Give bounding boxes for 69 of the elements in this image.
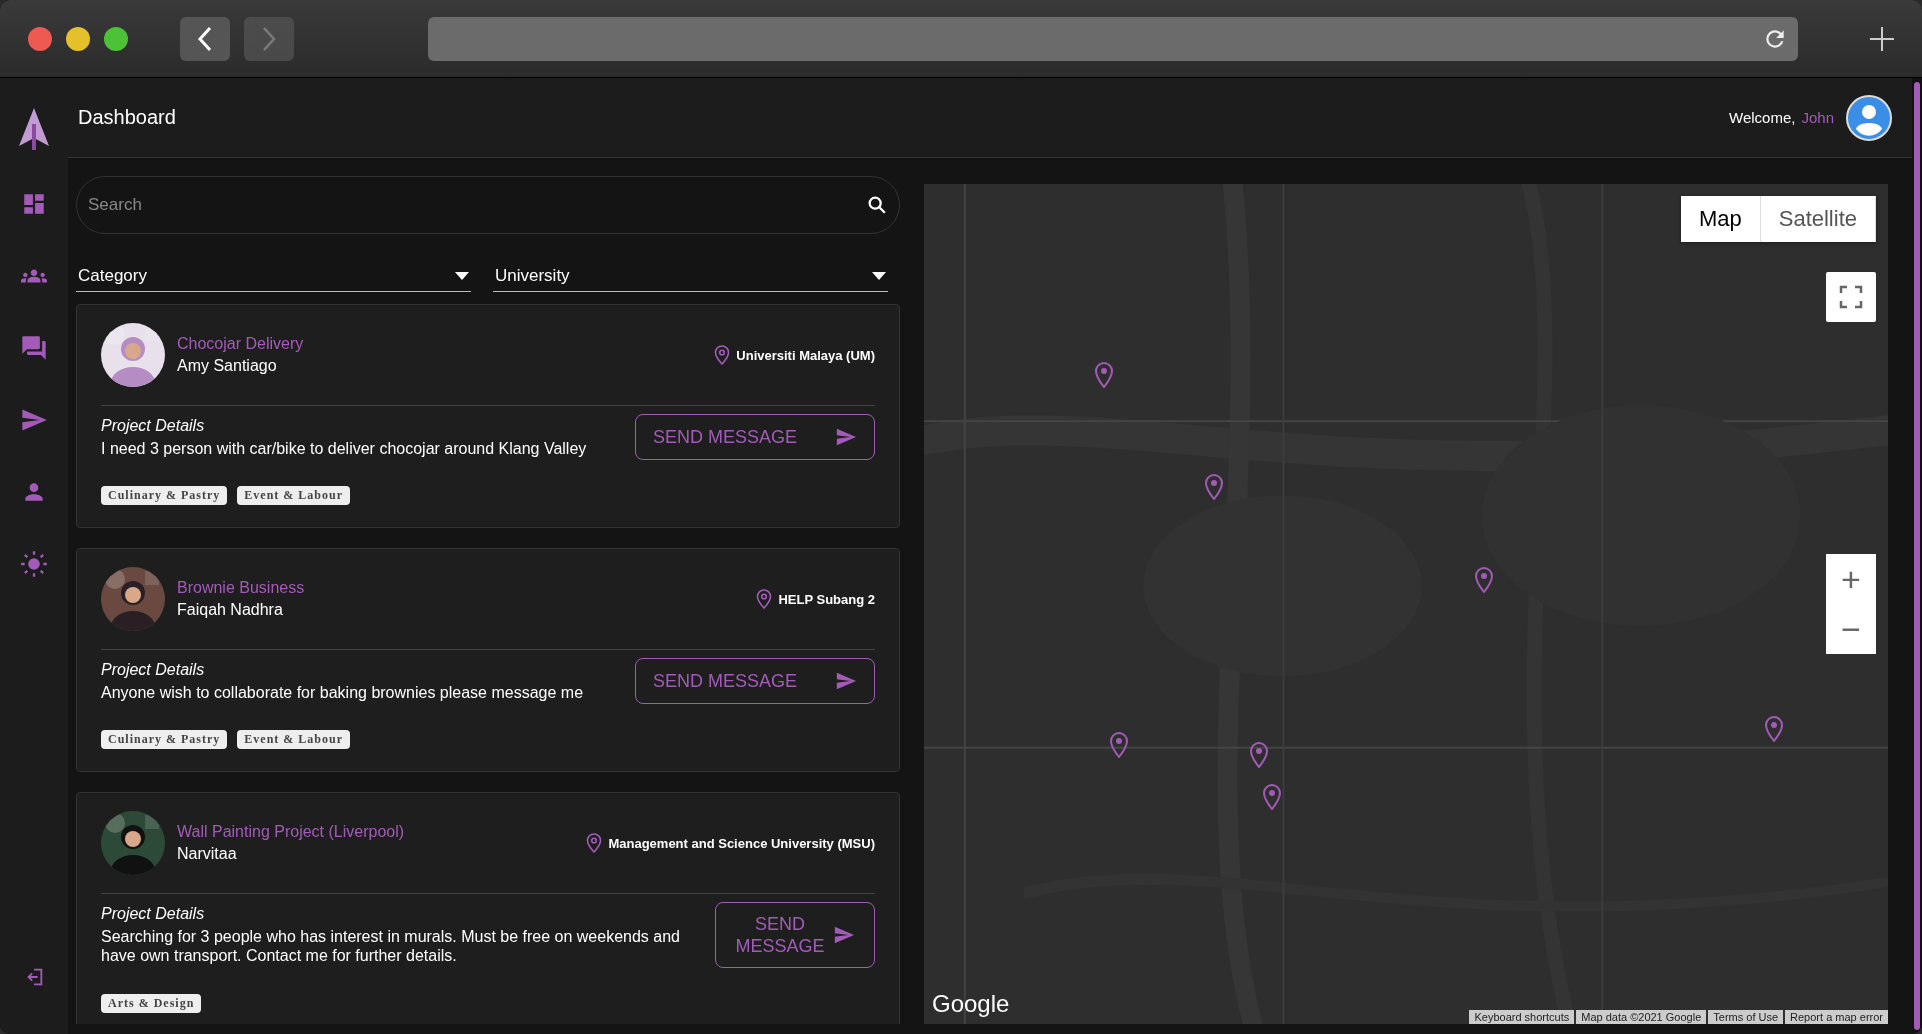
welcome-text: Welcome, (1729, 109, 1796, 126)
page-title: Dashboard (78, 106, 176, 129)
send-message-button[interactable]: SEND MESSAGE (715, 902, 875, 968)
project-description: Anyone wish to collaborate for baking brownies please message me (101, 682, 585, 702)
forward-button[interactable] (244, 16, 294, 61)
category-tag: Arts & Design (101, 994, 202, 1013)
back-button[interactable] (180, 16, 230, 61)
dashboard-icon (21, 191, 47, 217)
project-title[interactable]: Wall Painting Project (Liverpool) (177, 823, 575, 841)
map-pin-icon[interactable] (1109, 732, 1129, 758)
chevron-left-icon (196, 25, 214, 52)
map-footer-link[interactable]: Report a map error (1785, 1010, 1888, 1024)
project-description: I need 3 person with car/bike to deliver chocojar around Klang Valley (101, 438, 588, 458)
close-window-button[interactable] (28, 26, 52, 51)
scrollbar[interactable] (1914, 82, 1920, 1030)
category-tag: Culinary & Pastry (101, 730, 228, 749)
category-tag: Event & Labour (237, 486, 350, 505)
project-title[interactable]: Brownie Business (177, 579, 745, 597)
category-tag: Event & Labour (237, 730, 350, 749)
details-label: Project Details (101, 660, 206, 679)
address-bar[interactable] (428, 16, 1798, 61)
filter-dropdown[interactable]: Category (76, 260, 471, 292)
chat-icon (20, 334, 48, 362)
send-icon (835, 670, 857, 692)
search-field[interactable]: Search (76, 176, 900, 234)
university-name: HELP Subang 2 (778, 591, 875, 607)
map-type-tab[interactable]: Satellite (1760, 196, 1876, 242)
location-pin-icon (586, 833, 603, 853)
chevron-right-icon (260, 25, 278, 52)
user-name: John (1801, 109, 1834, 126)
owner-name: Amy Santiago (177, 357, 278, 375)
map-footer-link[interactable]: Terms of Use (1708, 1010, 1784, 1024)
caret-icon (872, 271, 886, 280)
map-pin-icon[interactable] (1249, 742, 1269, 768)
map-footer-link[interactable]: Map data ©2021 Google (1576, 1010, 1707, 1024)
send-icon (833, 924, 855, 946)
details-label: Project Details (101, 416, 206, 435)
avatar-icon[interactable] (1846, 94, 1892, 141)
caret-icon (455, 271, 469, 280)
search-icon[interactable] (866, 194, 888, 216)
location-pin-icon (714, 345, 731, 365)
maximize-window-button[interactable] (104, 26, 128, 51)
project-description: Searching for 3 people who has interest in murals. Must be free on weekends and have own transport. Contact me for further details. (101, 927, 681, 965)
details-label: Project Details (101, 905, 206, 923)
fullscreen-icon (1839, 285, 1863, 309)
sun-icon (20, 550, 48, 578)
university-name: Universiti Malaya (UM) (736, 347, 875, 363)
map-pin-icon[interactable] (1474, 567, 1494, 593)
map-logo: Google (932, 990, 1010, 1018)
map-pin-icon[interactable] (1262, 784, 1282, 810)
owner-name: Narvitaa (177, 845, 238, 863)
location-pin-icon (756, 589, 773, 609)
map-pin-icon[interactable] (1764, 716, 1784, 742)
university-name: Management and Science University (MSU) (608, 835, 875, 851)
send-icon (835, 426, 857, 448)
project-title[interactable]: Chocojar Delivery (177, 335, 703, 353)
owner-name: Faiqah Nadhra (177, 601, 284, 619)
send-message-button[interactable]: SEND MESSAGE (635, 414, 875, 460)
filter-dropdown[interactable]: University (493, 260, 888, 292)
map-type-tab[interactable]: Map (1680, 196, 1761, 242)
minimize-window-button[interactable] (66, 26, 90, 51)
send-message-button[interactable]: SEND MESSAGE (635, 658, 875, 704)
map-footer-link[interactable]: Keyboard shortcuts (1469, 1010, 1575, 1024)
map[interactable]: Map Satellite + − Google Keyboard shortcuts Map data ©2021 Google Terms of Use Report a map error (924, 184, 1888, 1024)
logo-icon (17, 106, 51, 152)
map-pin-icon[interactable] (1094, 362, 1114, 388)
fullscreen-button[interactable] (1826, 272, 1876, 322)
category-tag: Culinary & Pastry (101, 486, 228, 505)
map-pin-icon[interactable] (1204, 474, 1224, 500)
